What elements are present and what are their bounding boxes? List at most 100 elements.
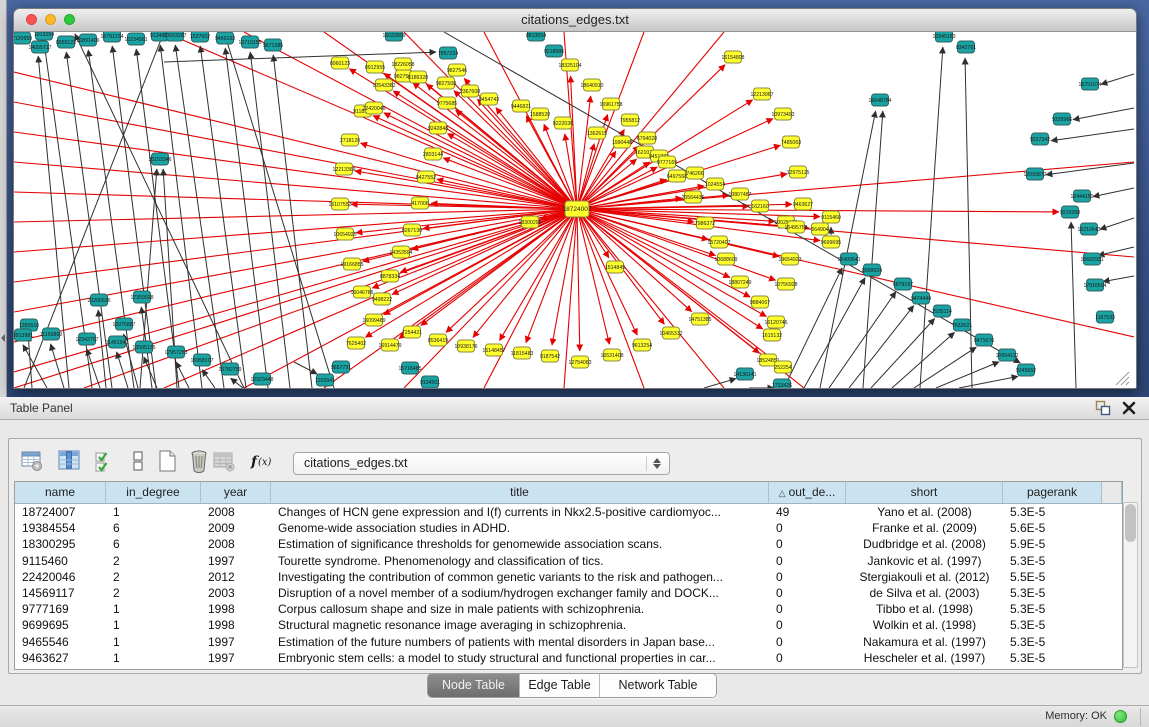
graph-node[interactable]: 9218986 <box>544 45 564 57</box>
graph-edge[interactable] <box>1073 108 1134 120</box>
table-cell-year[interactable]: 2009 <box>201 520 271 536</box>
graph-node[interactable]: 10653287 <box>163 32 186 41</box>
graph-node[interactable]: 1527602 <box>190 32 210 42</box>
table-cell-title[interactable]: Investigating the contribution of common… <box>271 569 769 585</box>
graph-node[interactable]: 8267130 <box>402 224 422 236</box>
graph-node[interactable]: 10938176 <box>454 340 477 352</box>
graph-node[interactable]: 664904 <box>811 223 828 235</box>
graph-node[interactable]: 9827546 <box>447 64 467 76</box>
graph-node[interactable]: 6497568 <box>667 170 687 182</box>
graph-node[interactable]: 9474444 <box>911 292 931 304</box>
table-cell-out_degree[interactable]: 0 <box>769 536 846 552</box>
table-cell-name[interactable]: 22420046 <box>15 569 106 585</box>
graph-node[interactable]: 19166855 <box>340 258 363 270</box>
graph-node[interactable]: 8471676 <box>974 334 994 346</box>
table-cell-name[interactable]: 14569117 <box>15 585 106 601</box>
graph-node[interactable]: 12754063 <box>568 356 591 368</box>
graph-node[interactable]: 16782759 <box>218 363 241 375</box>
graph-node[interactable]: 15148457 <box>482 344 505 356</box>
graph-node[interactable]: 2120659 <box>14 32 32 44</box>
function-builder-icon[interactable]: f(x) <box>249 449 275 474</box>
graph-node[interactable]: 14353594 <box>389 246 412 258</box>
graph-node[interactable]: 12444150 <box>1070 190 1093 202</box>
graph-node[interactable]: 18325104 <box>558 59 581 71</box>
graph-node[interactable]: 6794028 <box>637 132 657 144</box>
graph-node[interactable]: 15716485 <box>398 362 421 374</box>
table-cell-out_degree[interactable]: 0 <box>769 650 846 666</box>
graph-node[interactable]: 14055717 <box>28 41 51 53</box>
table-cell-pagerank[interactable]: 5.6E-5 <box>1003 520 1102 536</box>
new-table-icon[interactable] <box>154 449 180 474</box>
graph-node[interactable]: 10465312 <box>659 327 682 339</box>
table-cell-name[interactable]: 9465546 <box>15 634 106 650</box>
graph-node[interactable]: 9827508 <box>436 77 456 89</box>
graph-node[interactable]: 9187542 <box>540 350 560 362</box>
graph-node[interactable]: 19654923 <box>778 253 801 265</box>
graph-node[interactable]: 10234561 <box>124 33 147 45</box>
graph-edge[interactable] <box>577 209 766 317</box>
graph-node[interactable]: 9227342 <box>1030 133 1050 145</box>
table-cell-pagerank[interactable]: 5.3E-5 <box>1003 634 1102 650</box>
graph-node[interactable]: 8454743 <box>479 93 499 105</box>
graph-node[interactable]: 9884067 <box>750 296 770 308</box>
table-row[interactable]: 946362711997Embryonic stem cells: a mode… <box>15 650 1122 666</box>
graph-node[interactable]: 12923448 <box>250 373 273 385</box>
graph-edge[interactable] <box>871 318 935 388</box>
column-header-pagerank[interactable]: pagerank <box>1003 482 1102 503</box>
table-cell-out_degree[interactable]: 0 <box>769 520 846 536</box>
table-cell-pagerank[interactable]: 5.5E-5 <box>1003 569 1102 585</box>
table-cell-year[interactable]: 2008 <box>201 504 271 520</box>
graph-edge[interactable] <box>140 169 157 388</box>
graph-node[interactable]: 12213967 <box>750 88 773 100</box>
graph-node[interactable]: 11815483 <box>511 347 534 359</box>
graph-node[interactable]: 7632621 <box>952 319 972 331</box>
graph-edge[interactable] <box>250 52 290 388</box>
graph-node[interactable]: 18807249 <box>728 276 751 288</box>
table-cell-name[interactable]: 19384554 <box>15 520 106 536</box>
column-header-name[interactable]: name <box>15 482 106 503</box>
graph-node[interactable]: 15692931 <box>1080 253 1103 265</box>
graph-node[interactable]: 2718120 <box>340 134 360 146</box>
graph-node[interactable]: 7254421 <box>402 326 422 338</box>
table-cell-in_degree[interactable]: 2 <box>106 585 201 601</box>
graph-node[interactable]: 1024554 <box>705 178 725 190</box>
table-cell-title[interactable]: Structural magnetic resonance image aver… <box>271 617 769 633</box>
graph-node[interactable]: 9857791 <box>331 361 351 373</box>
graph-node[interactable]: 17359928 <box>130 291 153 303</box>
table-body[interactable]: 1872400712008Changes of HCN gene express… <box>15 504 1122 666</box>
graph-node[interactable]: 15751074 <box>1078 78 1101 90</box>
table-cell-short[interactable]: Nakamura et al. (1997) <box>846 634 1003 650</box>
network-graph[interactable]: 1872400789601238912955182260589827503105… <box>14 32 1134 388</box>
resize-grip-icon[interactable] <box>1114 370 1132 386</box>
table-cell-out_degree[interactable]: 0 <box>769 617 846 633</box>
graph-node[interactable]: 17957253 <box>164 346 187 358</box>
graph-edge[interactable] <box>577 209 580 351</box>
graph-node[interactable]: 12213369 <box>332 163 355 175</box>
graph-node[interactable]: 20206536 <box>87 294 110 306</box>
graph-node[interactable]: 1514845 <box>605 261 625 273</box>
table-row[interactable]: 911546021997Tourette syndrome. Phenomeno… <box>15 553 1122 569</box>
graph-edge[interactable] <box>849 306 914 388</box>
graph-node[interactable]: 10654925 <box>333 228 356 240</box>
graph-edge[interactable] <box>1051 129 1134 141</box>
graph-node[interactable]: 16046786 <box>350 286 373 298</box>
table-cell-name[interactable]: 9777169 <box>15 601 106 617</box>
network-window-titlebar[interactable]: citations_edges.txt <box>14 9 1136 32</box>
graph-node[interactable]: 9245652 <box>1016 364 1036 376</box>
table-cell-year[interactable]: 2003 <box>201 585 271 601</box>
graph-node[interactable]: 3913981 <box>14 329 33 341</box>
graph-edge[interactable] <box>225 48 268 388</box>
panel-collapse-icon[interactable] <box>1 334 5 342</box>
graph-node[interactable]: 16210643 <box>1077 223 1100 235</box>
network-table-select[interactable]: citations_edges.txt <box>293 452 670 475</box>
graph-node[interactable]: 8813054 <box>526 32 546 41</box>
graph-node[interactable]: 7485063 <box>781 136 801 148</box>
graph-node[interactable]: 18226058 <box>391 58 414 70</box>
table-cell-name[interactable]: 9699695 <box>15 617 106 633</box>
table-cell-short[interactable]: Yano et al. (2008) <box>846 504 1003 520</box>
row-height-icon[interactable] <box>125 449 151 474</box>
graph-node[interactable]: 9466163 <box>215 32 235 44</box>
graph-node[interactable]: 20891406 <box>76 34 99 46</box>
graph-node[interactable]: 8912955 <box>365 61 385 73</box>
graph-node[interactable]: 7625402 <box>346 337 366 349</box>
